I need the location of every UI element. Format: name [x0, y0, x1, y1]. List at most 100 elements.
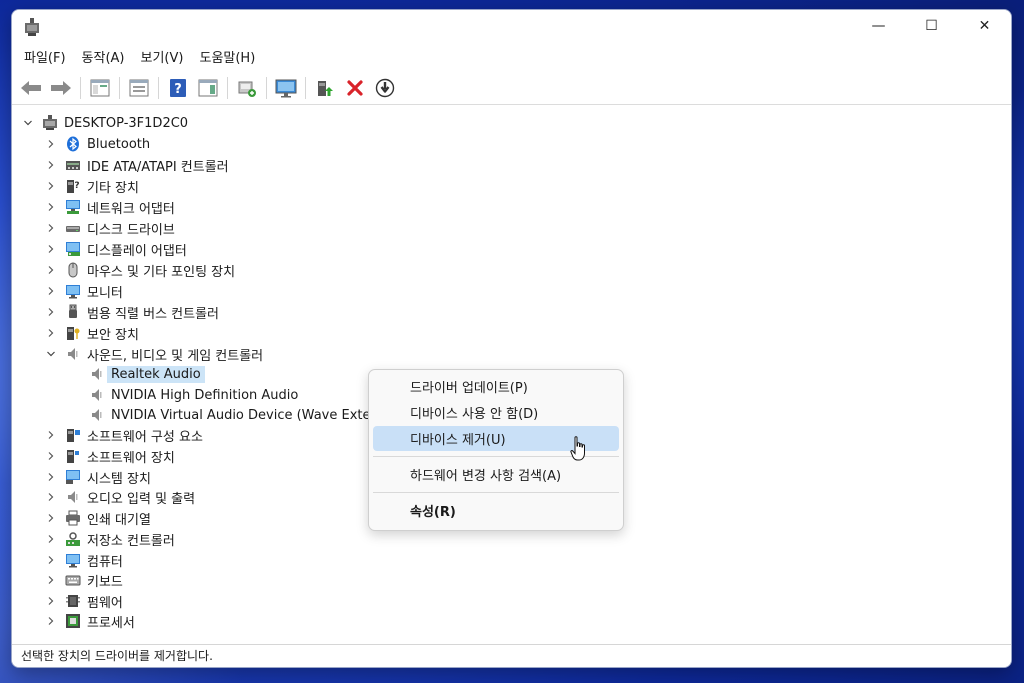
- forward-button[interactable]: [48, 75, 74, 101]
- computer-icon: [66, 554, 80, 568]
- chevron-right-icon[interactable]: [45, 615, 57, 627]
- tree-category[interactable]: 범용 직렬 버스 컨트롤러: [45, 302, 219, 322]
- chevron-right-icon[interactable]: [45, 327, 57, 339]
- category-label: 디스크 드라이브: [87, 222, 175, 238]
- update-driver-button[interactable]: [312, 75, 338, 101]
- chevron-right-icon[interactable]: [45, 138, 57, 150]
- menu-file[interactable]: 파일(F): [16, 46, 74, 71]
- category-label: 기타 장치: [87, 180, 139, 196]
- chevron-down-icon[interactable]: [22, 117, 34, 129]
- chevron-right-icon[interactable]: [45, 264, 57, 276]
- tree-category[interactable]: 인쇄 대기열: [45, 508, 151, 528]
- title-bar[interactable]: — ☐ ✕: [12, 10, 1011, 46]
- maximize-button[interactable]: ☐: [905, 10, 958, 42]
- menu-view[interactable]: 보기(V): [133, 46, 192, 71]
- chevron-right-icon[interactable]: [45, 159, 57, 171]
- ctx-update-driver[interactable]: 드라이버 업데이트(P): [373, 374, 619, 399]
- tree-category[interactable]: Bluetooth: [45, 134, 150, 154]
- tree-category[interactable]: IDE ATA/ATAPI 컨트롤러: [45, 155, 229, 175]
- disable-device-button[interactable]: [372, 75, 398, 101]
- chevron-right-icon[interactable]: [45, 471, 57, 483]
- chevron-right-icon[interactable]: [45, 285, 57, 297]
- monitor-icon: [275, 79, 297, 97]
- properties-icon: [129, 79, 149, 96]
- chevron-down-icon[interactable]: [45, 348, 57, 360]
- speaker-icon: [92, 409, 102, 421]
- tree-category[interactable]: 소프트웨어 구성 요소: [45, 425, 203, 445]
- chevron-right-icon[interactable]: [45, 180, 57, 192]
- ctx-item-label: 디바이스 제거(U): [410, 433, 506, 448]
- chevron-right-icon[interactable]: [45, 201, 57, 213]
- chevron-right-icon[interactable]: [45, 429, 57, 441]
- monitor-button[interactable]: [273, 75, 299, 101]
- tree-category[interactable]: 네트워크 어댑터: [45, 197, 175, 217]
- svg-text:?: ?: [74, 181, 79, 191]
- tree-category[interactable]: 디스크 드라이브: [45, 218, 175, 238]
- uninstall-device-button[interactable]: [342, 75, 368, 101]
- chevron-right-icon[interactable]: [45, 243, 57, 255]
- tree-category-expanded[interactable]: 사운드, 비디오 및 게임 컨트롤러: [45, 344, 263, 364]
- ide-controller-icon: [66, 161, 80, 170]
- chevron-right-icon[interactable]: [45, 533, 57, 545]
- category-label: 펌웨어: [87, 595, 123, 611]
- tree-category[interactable]: 오디오 입력 및 출력: [45, 487, 195, 507]
- tree-category[interactable]: 소프트웨어 장치: [45, 446, 175, 466]
- chevron-right-icon[interactable]: [45, 554, 57, 566]
- svg-text:?: ?: [174, 82, 182, 97]
- tree-category[interactable]: 프로세서: [45, 611, 135, 631]
- tree-category[interactable]: 키보드: [45, 570, 123, 590]
- tree-category[interactable]: 디스플레이 어댑터: [45, 239, 187, 259]
- ctx-item-label: 디바이스 사용 안 함(D): [410, 407, 539, 422]
- device-item[interactable]: NVIDIA High Definition Audio: [89, 385, 302, 405]
- category-label: 사운드, 비디오 및 게임 컨트롤러: [87, 348, 264, 364]
- ctx-disable-device[interactable]: 디바이스 사용 안 함(D): [373, 400, 619, 425]
- chevron-right-icon[interactable]: [45, 595, 57, 607]
- ctx-properties[interactable]: 속성(R): [373, 498, 619, 523]
- scan-hardware-button[interactable]: [234, 75, 260, 101]
- show-hide-console-tree-icon: [90, 79, 110, 96]
- tree-category[interactable]: 모니터: [45, 281, 123, 301]
- tree-category[interactable]: 저장소 컨트롤러: [45, 529, 175, 549]
- ctx-scan-hardware[interactable]: 하드웨어 변경 사항 검색(A): [373, 462, 619, 487]
- tree-category[interactable]: 보안 장치: [45, 323, 139, 343]
- minimize-button[interactable]: —: [852, 10, 905, 42]
- chevron-right-icon[interactable]: [45, 574, 57, 586]
- tree-category[interactable]: 펌웨어: [45, 591, 123, 611]
- bluetooth-icon: [67, 136, 79, 152]
- menu-action[interactable]: 동작(A): [74, 46, 133, 71]
- device-item[interactable]: Realtek Audio: [89, 364, 205, 384]
- chevron-right-icon[interactable]: [45, 306, 57, 318]
- display-adapter-icon: [66, 242, 80, 256]
- minimize-icon: —: [871, 18, 886, 34]
- tree-category[interactable]: 마우스 및 기타 포인팅 장치: [45, 260, 235, 280]
- close-icon: ✕: [978, 18, 991, 34]
- category-label: 모니터: [87, 285, 123, 301]
- software-component-icon: [67, 429, 80, 442]
- chevron-right-icon[interactable]: [45, 491, 57, 503]
- tree-root[interactable]: DESKTOP-3F1D2C0: [22, 113, 188, 133]
- tree-category[interactable]: 컴퓨터: [45, 550, 123, 570]
- status-text: 선택한 장치의 드라이버를 제거합니다.: [21, 649, 213, 663]
- close-button[interactable]: ✕: [958, 10, 1011, 42]
- chevron-right-icon[interactable]: [45, 450, 57, 462]
- device-manager-window: — ☐ ✕ 파일(F) 동작(A) 보기(V) 도움말(H) ? DESKTOP…: [11, 9, 1012, 668]
- toolbar-separator: [227, 76, 228, 99]
- help-button[interactable]: ?: [165, 75, 191, 101]
- category-label: 인쇄 대기열: [87, 512, 151, 528]
- properties-button[interactable]: [126, 75, 152, 101]
- speaker-icon: [92, 389, 102, 401]
- category-label: 소프트웨어 구성 요소: [87, 429, 203, 445]
- chevron-right-icon[interactable]: [45, 222, 57, 234]
- ctx-item-label: 드라이버 업데이트(P): [410, 381, 528, 396]
- category-label: 저장소 컨트롤러: [87, 533, 175, 549]
- tree-category[interactable]: ? 기타 장치: [45, 176, 139, 196]
- action-pane-button[interactable]: [195, 75, 221, 101]
- tree-category[interactable]: 시스템 장치: [45, 467, 151, 487]
- console-tree-button[interactable]: [87, 75, 113, 101]
- back-button[interactable]: [18, 75, 44, 101]
- menu-help[interactable]: 도움말(H): [191, 46, 263, 71]
- audio-io-icon: [68, 491, 78, 503]
- menu-bar: 파일(F) 동작(A) 보기(V) 도움말(H): [12, 46, 1011, 71]
- chevron-right-icon[interactable]: [45, 512, 57, 524]
- speaker-icon: [92, 368, 102, 380]
